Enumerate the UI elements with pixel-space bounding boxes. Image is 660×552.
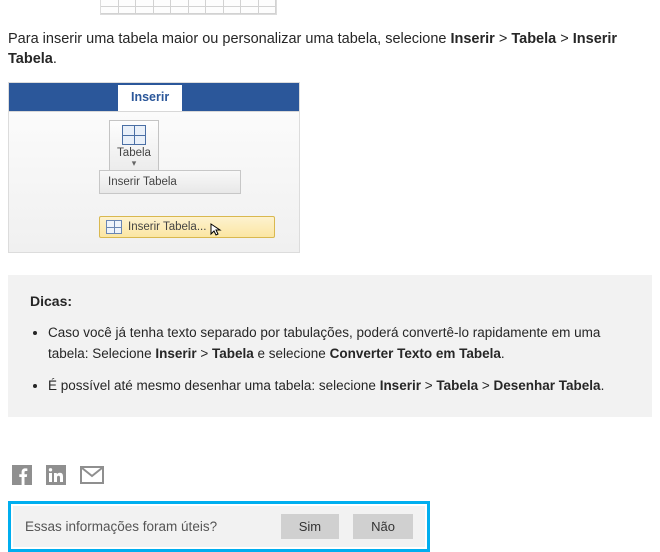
table-split-button[interactable]: Tabela ▾ <box>109 120 159 172</box>
intro-path-tabela: Tabela <box>511 31 556 47</box>
intro-paragraph: Para inserir uma tabela maior ou persona… <box>8 29 652 70</box>
feedback-question: Essas informações foram úteis? <box>25 519 267 534</box>
dropdown-header: Inserir Tabela <box>99 170 241 194</box>
tips-box: Dicas: Caso você já tenha texto separado… <box>8 275 652 418</box>
email-icon[interactable] <box>80 466 104 484</box>
dropdown-item-label: Inserir Tabela... <box>128 221 206 233</box>
chevron-down-icon: ▾ <box>112 159 156 168</box>
tip-item: É possível até mesmo desenhar uma tabela… <box>48 376 630 397</box>
tips-heading: Dicas: <box>30 293 630 309</box>
feedback-no-button[interactable]: Não <box>353 514 413 539</box>
table-icon <box>106 220 122 234</box>
tip-item: Caso você já tenha texto separado por ta… <box>48 323 630 365</box>
dropdown-item-insert-table[interactable]: Inserir Tabela... <box>99 216 275 238</box>
feedback-yes-button[interactable]: Sim <box>281 514 339 539</box>
intro-path-inserir: Inserir <box>450 31 494 47</box>
preview-grid-thumbnail <box>100 0 277 15</box>
ribbon-tabbar: Inserir <box>9 83 299 111</box>
cursor-icon <box>210 223 222 237</box>
feedback-bar: Essas informações foram úteis? Sim Não <box>13 506 425 547</box>
ribbon-tab-inserir[interactable]: Inserir <box>117 84 183 111</box>
intro-text: Para inserir uma tabela maior ou persona… <box>8 31 450 47</box>
facebook-icon[interactable] <box>12 465 32 485</box>
linkedin-icon[interactable] <box>46 465 66 485</box>
feedback-highlight: Essas informações foram úteis? Sim Não <box>8 501 430 552</box>
share-row <box>12 465 652 485</box>
table-icon <box>122 125 146 145</box>
ribbon-screenshot: Inserir Tabela ▾ Inserir Tabela Inserir … <box>8 82 300 253</box>
